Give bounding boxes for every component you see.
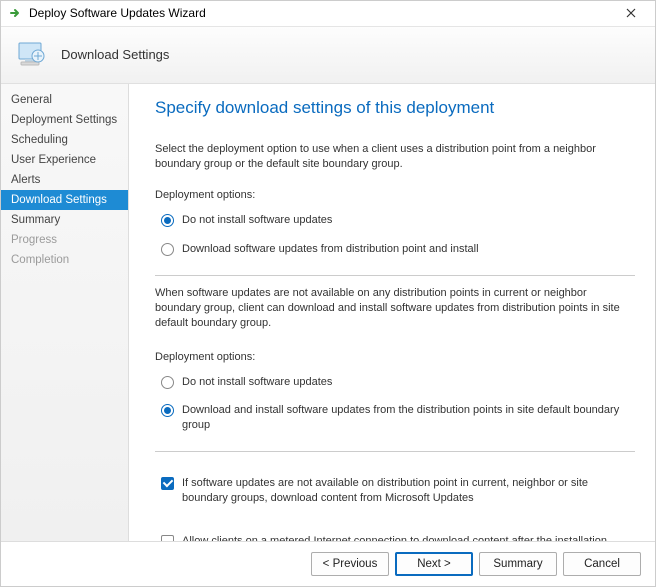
wizard-icon	[13, 37, 49, 73]
mid-note: When software updates are not available …	[155, 286, 635, 331]
close-button[interactable]	[615, 1, 647, 25]
checkbox-ms-updates-label: If software updates are not available on…	[182, 476, 635, 506]
group2-option2[interactable]: Download and install software updates fr…	[161, 403, 635, 433]
checkbox-metered[interactable]: Allow clients on a metered Internet conn…	[161, 534, 635, 541]
app-icon	[9, 6, 23, 20]
divider	[155, 275, 635, 276]
summary-button[interactable]: Summary	[479, 552, 557, 576]
group2-option2-label: Download and install software updates fr…	[182, 403, 635, 433]
cancel-button[interactable]: Cancel	[563, 552, 641, 576]
radio-icon	[161, 214, 174, 227]
next-button[interactable]: Next >	[395, 552, 473, 576]
sidebar-item-summary[interactable]: Summary	[1, 210, 128, 230]
group2-label: Deployment options:	[155, 351, 635, 363]
previous-button[interactable]: < Previous	[311, 552, 389, 576]
titlebar: Deploy Software Updates Wizard	[1, 1, 655, 27]
group2-option1[interactable]: Do not install software updates	[161, 375, 635, 390]
group1-label: Deployment options:	[155, 189, 635, 201]
sidebar-item-general[interactable]: General	[1, 90, 128, 110]
radio-icon	[161, 404, 174, 417]
group1-option1[interactable]: Do not install software updates	[161, 213, 635, 228]
checkbox-metered-label: Allow clients on a metered Internet conn…	[182, 534, 635, 541]
sidebar-item-user-experience[interactable]: User Experience	[1, 150, 128, 170]
sidebar-item-progress: Progress	[1, 230, 128, 250]
page-title: Specify download settings of this deploy…	[155, 98, 635, 118]
group1-option2[interactable]: Download software updates from distribut…	[161, 242, 635, 257]
radio-icon	[161, 376, 174, 389]
sidebar: General Deployment Settings Scheduling U…	[1, 84, 129, 541]
divider	[155, 451, 635, 452]
intro-text: Select the deployment option to use when…	[155, 142, 635, 172]
footer: < Previous Next > Summary Cancel	[1, 541, 655, 586]
radio-icon	[161, 243, 174, 256]
group1-option1-label: Do not install software updates	[182, 213, 332, 228]
group2-option1-label: Do not install software updates	[182, 375, 332, 390]
sidebar-item-download-settings[interactable]: Download Settings	[1, 190, 128, 210]
window-title: Deploy Software Updates Wizard	[29, 6, 206, 20]
group1-option2-label: Download software updates from distribut…	[182, 242, 479, 257]
sidebar-item-alerts[interactable]: Alerts	[1, 170, 128, 190]
sidebar-item-scheduling[interactable]: Scheduling	[1, 130, 128, 150]
checkbox-ms-updates[interactable]: If software updates are not available on…	[161, 476, 635, 506]
sidebar-item-completion: Completion	[1, 250, 128, 270]
checkbox-icon	[161, 477, 174, 490]
main-panel: Specify download settings of this deploy…	[129, 84, 655, 541]
header-subtitle: Download Settings	[61, 47, 169, 62]
header-strip: Download Settings	[1, 27, 655, 84]
sidebar-item-deployment-settings[interactable]: Deployment Settings	[1, 110, 128, 130]
